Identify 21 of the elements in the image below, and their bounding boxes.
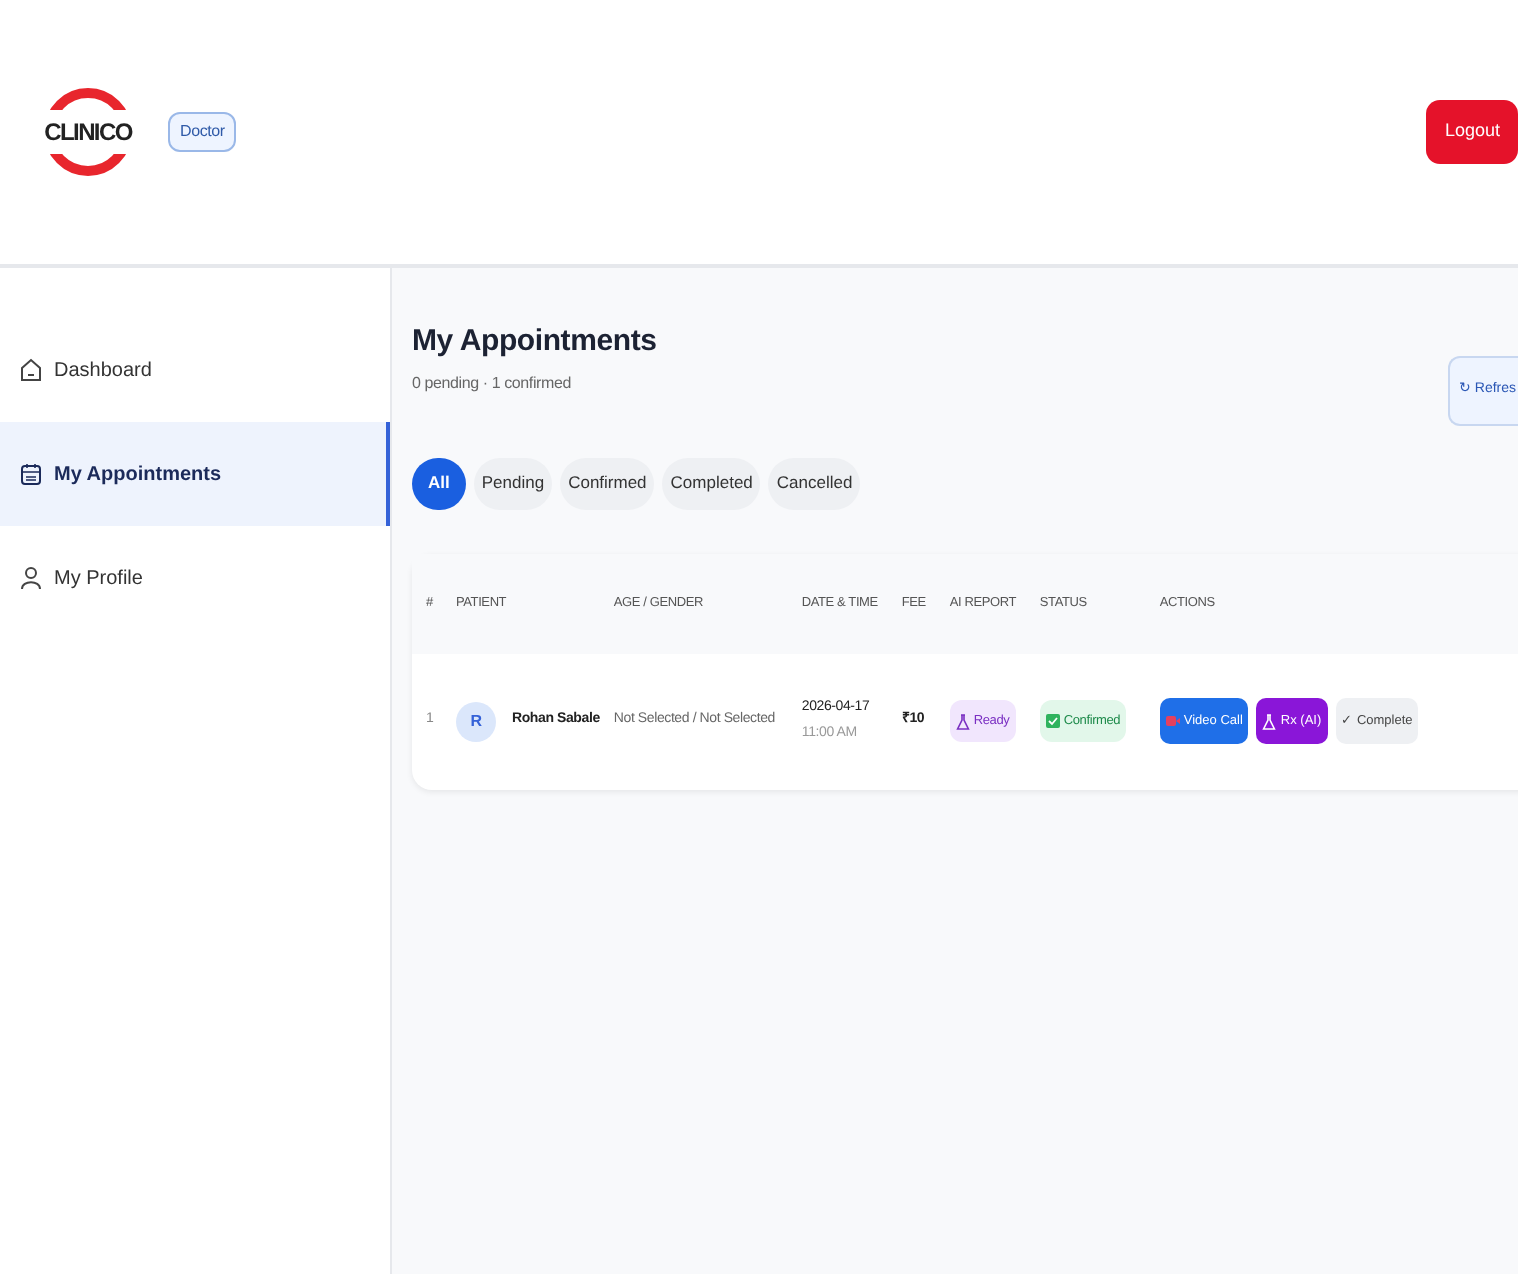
avatar: R — [456, 701, 496, 741]
calendar-icon — [20, 462, 42, 486]
logout-button[interactable]: Logout — [1426, 100, 1518, 164]
page-title: My Appointments — [412, 324, 657, 360]
filter-tab[interactable]: Confirmed — [560, 457, 655, 509]
camera-icon — [1165, 716, 1180, 726]
flask-icon — [955, 713, 970, 729]
check-icon — [1045, 714, 1060, 728]
sidebar-item[interactable]: My Appointments — [0, 422, 390, 526]
person-icon — [20, 566, 42, 590]
flask-icon — [1262, 713, 1277, 729]
filter-tab[interactable]: Pending — [473, 457, 553, 509]
appointment-summary: 0 pending · 1 confirmed — [412, 372, 573, 396]
role-badge: Doctor — [168, 112, 237, 152]
home-icon — [20, 358, 42, 382]
filter-tab[interactable]: Completed — [662, 457, 761, 509]
logo-text: CLINICO — [44, 110, 132, 154]
filter-tab[interactable]: All — [412, 457, 466, 509]
filter-tab[interactable]: Cancelled — [768, 457, 861, 509]
sidebar-item[interactable]: My Profile — [0, 526, 390, 630]
sidebar-item[interactable]: Dashboard — [0, 318, 390, 422]
